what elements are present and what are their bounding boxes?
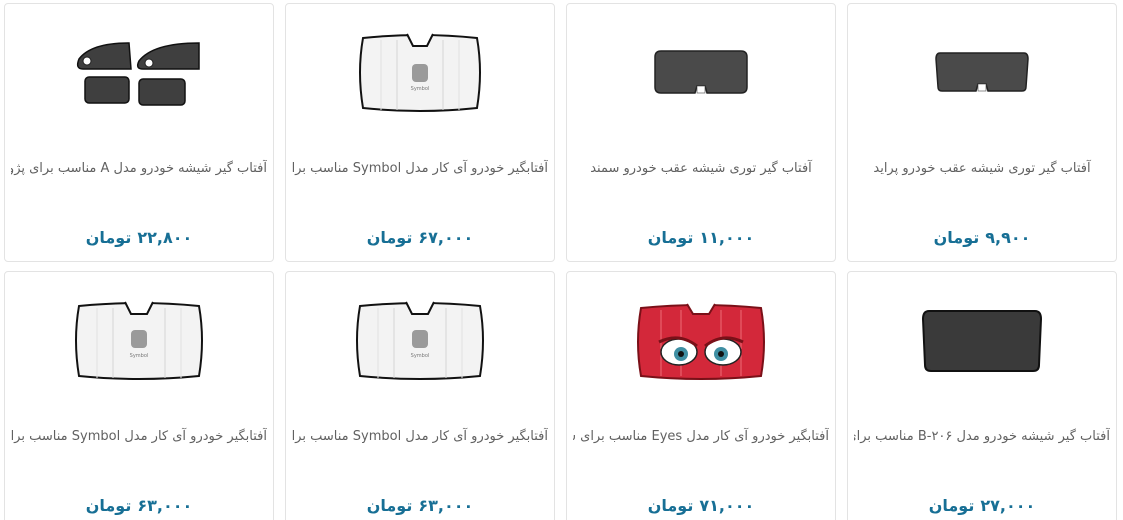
- currency-label: تومان: [933, 228, 980, 247]
- product-card[interactable]: آفتاب گیر شیشه خودرو مدل A مناسب برای پژ…: [4, 3, 274, 262]
- currency-label: تومان: [366, 228, 413, 247]
- product-price: ۶۷,۰۰۰ تومان: [286, 228, 554, 247]
- product-card[interactable]: Symbol آفتابگیر خودرو آی کار مدل Symbol …: [285, 3, 555, 262]
- product-title[interactable]: آفتاب گیر شیشه خودرو مدل A مناسب برای پژ…: [11, 158, 267, 180]
- currency-label: تومان: [366, 496, 413, 515]
- svg-text:Symbol: Symbol: [130, 353, 149, 359]
- product-image[interactable]: [848, 272, 1116, 412]
- product-price: ۹,۹۰۰ تومان: [848, 228, 1116, 247]
- product-grid: آفتاب گیر توری شیشه عقب خودرو پراید ۹,۹۰…: [0, 0, 1123, 520]
- product-title[interactable]: آفتاب گیر توری شیشه عقب خودرو سمند: [573, 158, 829, 180]
- currency-label: تومان: [928, 496, 975, 515]
- product-image[interactable]: Symbol: [286, 4, 554, 144]
- price-value: ۶۳,۰۰۰: [137, 496, 193, 515]
- product-image[interactable]: [5, 4, 273, 144]
- svg-text:Symbol: Symbol: [411, 353, 430, 359]
- product-image[interactable]: Symbol: [5, 272, 273, 412]
- product-title[interactable]: آفتابگیر خودرو آی کار مدل Symbol مناسب ب…: [292, 426, 548, 448]
- product-card[interactable]: آفتاب گیر شیشه خودرو مدل B-۲۰۶ مناسب برا…: [847, 271, 1117, 520]
- product-price: ۷۱,۰۰۰ تومان: [567, 496, 835, 515]
- price-value: ۹,۹۰۰: [985, 228, 1031, 247]
- product-image[interactable]: [567, 4, 835, 144]
- product-title[interactable]: آفتاب گیر توری شیشه عقب خودرو پراید: [854, 158, 1110, 180]
- price-value: ۶۳,۰۰۰: [418, 496, 474, 515]
- currency-label: تومان: [647, 496, 694, 515]
- product-card[interactable]: Symbol آفتابگیر خودرو آی کار مدل Symbol …: [285, 271, 555, 520]
- price-value: ۱۱,۰۰۰: [699, 228, 755, 247]
- product-card[interactable]: Symbol آفتابگیر خودرو آی کار مدل Symbol …: [4, 271, 274, 520]
- price-value: ۲۲,۸۰۰: [137, 228, 193, 247]
- product-title[interactable]: آفتابگیر خودرو آی کار مدل Eyes مناسب برا…: [573, 426, 829, 448]
- product-price: ۶۳,۰۰۰ تومان: [286, 496, 554, 515]
- product-card[interactable]: آفتاب گیر توری شیشه عقب خودرو پراید ۹,۹۰…: [847, 3, 1117, 262]
- product-price: ۱۱,۰۰۰ تومان: [567, 228, 835, 247]
- currency-label: تومان: [647, 228, 694, 247]
- price-value: ۶۷,۰۰۰: [418, 228, 474, 247]
- product-title[interactable]: آفتابگیر خودرو آی کار مدل Symbol مناسب ب…: [292, 158, 548, 180]
- price-value: ۷۱,۰۰۰: [699, 496, 755, 515]
- product-card[interactable]: آفتابگیر خودرو آی کار مدل Eyes مناسب برا…: [566, 271, 836, 520]
- product-image[interactable]: [567, 272, 835, 412]
- product-price: ۲۲,۸۰۰ تومان: [5, 228, 273, 247]
- currency-label: تومان: [85, 228, 132, 247]
- product-image[interactable]: Symbol: [286, 272, 554, 412]
- svg-text:Symbol: Symbol: [411, 86, 430, 92]
- product-price: ۲۷,۰۰۰ تومان: [848, 496, 1116, 515]
- product-title[interactable]: آفتابگیر خودرو آی کار مدل Symbol مناسب ب…: [11, 426, 267, 448]
- price-value: ۲۷,۰۰۰: [980, 496, 1036, 515]
- product-card[interactable]: آفتاب گیر توری شیشه عقب خودرو سمند ۱۱,۰۰…: [566, 3, 836, 262]
- product-price: ۶۳,۰۰۰ تومان: [5, 496, 273, 515]
- product-image[interactable]: [848, 4, 1116, 144]
- currency-label: تومان: [85, 496, 132, 515]
- product-title[interactable]: آفتاب گیر شیشه خودرو مدل B-۲۰۶ مناسب برا…: [854, 426, 1110, 448]
